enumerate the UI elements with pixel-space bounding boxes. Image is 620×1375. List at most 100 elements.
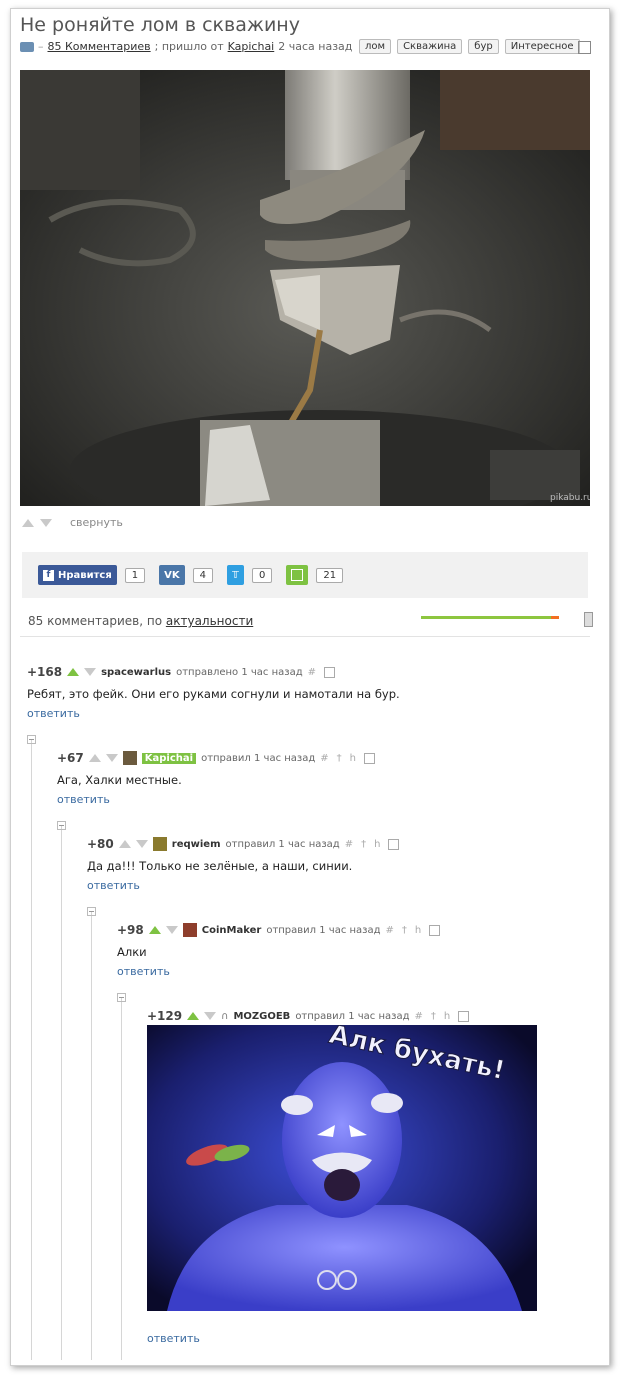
vk-icon: VK: [164, 569, 180, 581]
upvote-icon[interactable]: [118, 840, 131, 848]
share-bar: f Нравится 1 VK 4 𝕋 0 21: [22, 552, 588, 598]
link-icon[interactable]: †: [431, 1011, 439, 1022]
comment-header: +168 spacewarlus отправлено 1 час назад …: [27, 665, 400, 679]
comment-author[interactable]: MOZGOEB: [233, 1011, 290, 1022]
comments-link[interactable]: 85 Комментариев: [48, 40, 151, 53]
downvote-icon[interactable]: [105, 754, 118, 762]
comment-rating: +129: [147, 1009, 183, 1023]
comment-time: отправил 1 час назад: [266, 924, 381, 936]
reply-link[interactable]: ответить: [87, 879, 399, 892]
comments-count-header: 85 комментариев, по актуальности: [28, 614, 253, 628]
downvote-icon[interactable]: [204, 1012, 217, 1020]
downvote-icon[interactable]: [165, 926, 178, 934]
blue-hulk-meme: Алк бухать!: [147, 1025, 537, 1311]
rating-bar: [421, 616, 559, 619]
h-icon[interactable]: h: [415, 925, 424, 936]
comment-text: Алки: [117, 945, 147, 959]
post-time: 2 часа назад: [278, 40, 353, 53]
collapse-thread-icon[interactable]: [117, 993, 126, 1002]
comment-time: отправил 1 час назад: [201, 752, 316, 764]
comment-meme-image: Алк бухать!: [147, 1025, 537, 1311]
collapse-thread-icon[interactable]: [27, 735, 36, 744]
link-icon[interactable]: †: [361, 839, 369, 850]
comment-header: +98 CoinMaker отправил 1 час назад # † h: [117, 923, 441, 937]
author-link[interactable]: Kapichai: [228, 40, 275, 53]
upvote-icon[interactable]: [88, 754, 101, 762]
upvote-icon[interactable]: [187, 1012, 200, 1020]
upvote-icon[interactable]: [148, 926, 161, 934]
hash-icon[interactable]: #: [386, 925, 397, 936]
sort-link[interactable]: актуальности: [166, 614, 253, 628]
twitter-bird-icon: 𝕋: [232, 569, 240, 581]
comment-text: Да да!!! Только не зелёные, а наши, сини…: [87, 859, 353, 873]
watermark: pikabu.ru: [550, 493, 590, 503]
downvote-icon[interactable]: [84, 668, 97, 676]
save-icon[interactable]: [324, 666, 336, 678]
h-icon[interactable]: h: [350, 753, 359, 764]
reply-link[interactable]: ответить: [147, 1332, 200, 1345]
collapse-link[interactable]: свернуть: [70, 516, 123, 529]
comment-author[interactable]: spacewarlus: [101, 667, 171, 678]
save-icon[interactable]: [364, 752, 376, 764]
link-icon[interactable]: †: [402, 925, 410, 936]
comment-rating: +67: [57, 751, 84, 765]
save-icon[interactable]: [429, 924, 441, 936]
post-image: pikabu.ru: [20, 70, 590, 506]
comment-rating: +168: [27, 665, 63, 679]
comment: +98 CoinMaker отправил 1 час назад # † h…: [117, 923, 441, 978]
hash-icon[interactable]: #: [415, 1011, 426, 1022]
comments-count-label: 85 комментариев, по: [28, 614, 163, 628]
h-icon[interactable]: h: [374, 839, 383, 850]
link-icon[interactable]: †: [337, 753, 345, 764]
hash-icon[interactable]: #: [345, 839, 356, 850]
save-icon[interactable]: [388, 838, 400, 850]
reply-link[interactable]: ответить: [57, 793, 375, 806]
comment-author[interactable]: Kapichai: [141, 752, 197, 764]
avatar: [182, 923, 197, 937]
save-icon[interactable]: [458, 1010, 470, 1022]
comment-text: Ага, Халки местные.: [57, 773, 182, 787]
comment-time: отправлено 1 час назад: [176, 666, 303, 678]
post-votes: свернуть: [22, 516, 123, 529]
save-icon[interactable]: [578, 41, 591, 54]
thread-line: [121, 998, 122, 1360]
twitter-share-button[interactable]: 𝕋: [227, 565, 245, 585]
post-title[interactable]: Не роняйте лом в скважину: [20, 14, 300, 36]
save-post-button[interactable]: [286, 565, 309, 585]
from-text: ; пришло от: [154, 40, 224, 53]
downvote-icon[interactable]: [135, 840, 148, 848]
collapse-thread-icon[interactable]: [57, 821, 66, 830]
post-meta: – 85 Комментариев ; пришло от Kapichai 2…: [20, 40, 352, 53]
tag-skvazhina[interactable]: Скважина: [397, 39, 463, 54]
downvote-icon[interactable]: [40, 518, 52, 527]
divider: [20, 636, 590, 637]
comment-author[interactable]: CoinMaker: [202, 925, 262, 936]
comment: +80 reqwiem отправил 1 час назад # † h Д…: [87, 837, 400, 892]
upvote-icon[interactable]: [67, 668, 80, 676]
rating-bar-negative: [551, 616, 559, 619]
h-icon[interactable]: h: [444, 1011, 453, 1022]
tag-bur[interactable]: бур: [468, 39, 499, 54]
facebook-like-button[interactable]: f Нравится: [38, 565, 117, 585]
hash-icon[interactable]: #: [320, 753, 331, 764]
comment-header: +129 ∩ MOZGOEB отправил 1 час назад # † …: [147, 1009, 470, 1023]
twitter-count: 0: [252, 567, 273, 583]
camera-icon: [20, 41, 34, 52]
facebook-like-label: Нравится: [58, 569, 112, 581]
comment-author[interactable]: reqwiem: [172, 839, 221, 850]
thread-line: [31, 740, 32, 1360]
collapse-thread-icon[interactable]: [87, 907, 96, 916]
thread-line: [61, 826, 62, 1360]
comment-text: Ребят, это фейк. Они его руками согнули …: [27, 687, 400, 701]
upvote-icon[interactable]: [22, 518, 34, 527]
tag-interesnoe[interactable]: Интересное: [504, 39, 580, 54]
vk-share-button[interactable]: VK: [159, 565, 185, 585]
reply-link[interactable]: ответить: [27, 707, 400, 720]
tag-lom[interactable]: лом: [359, 39, 392, 54]
dash: –: [38, 40, 44, 53]
hash-icon[interactable]: #: [308, 667, 319, 678]
scroll-icon[interactable]: [584, 612, 593, 627]
comment-header: +80 reqwiem отправил 1 час назад # † h: [87, 837, 400, 851]
reply-link[interactable]: ответить: [117, 965, 440, 978]
tag-list: лом Скважина бур Интересное: [359, 39, 580, 54]
